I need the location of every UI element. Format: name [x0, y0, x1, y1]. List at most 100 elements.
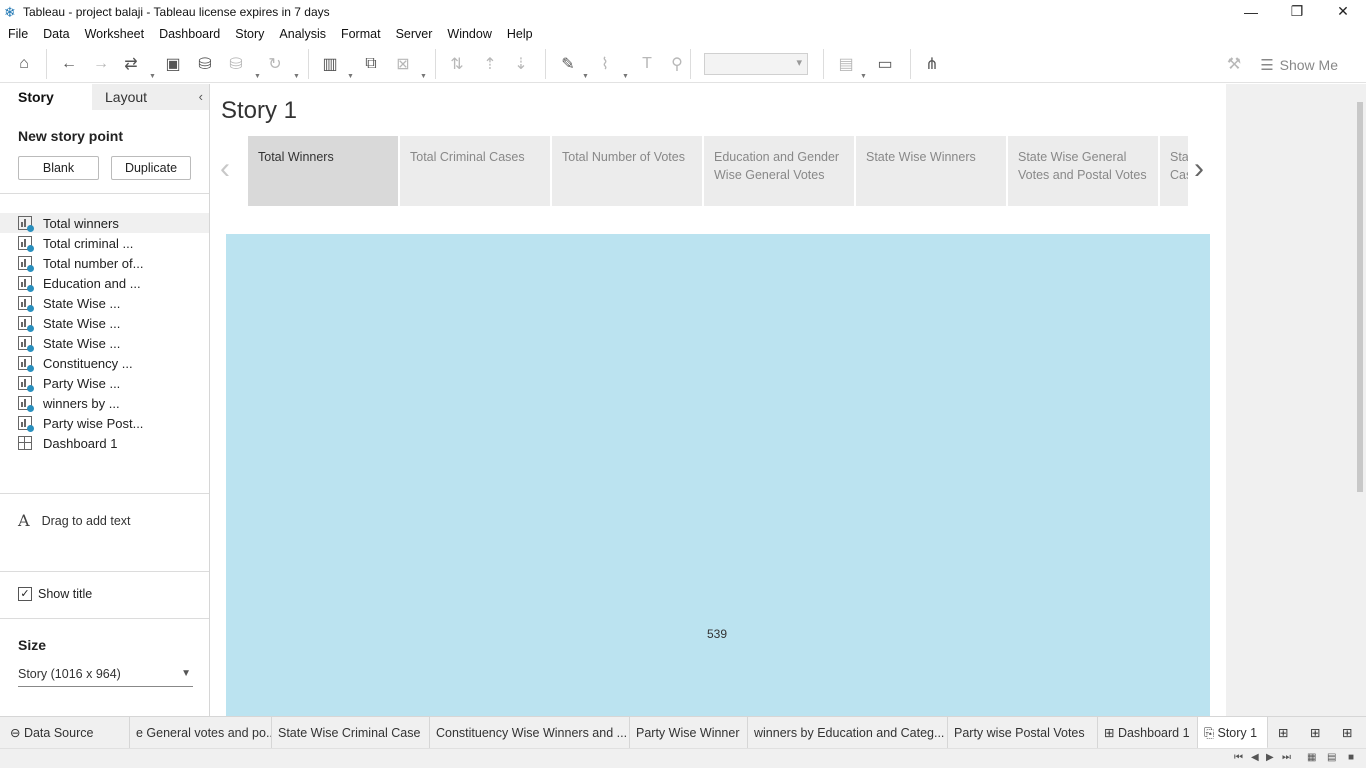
close-icon[interactable]: ✕ — [1320, 0, 1366, 23]
story-point[interactable]: Total Winners — [248, 136, 398, 206]
chevron-down-icon[interactable]: ▼ — [347, 73, 354, 80]
presentation-mode-icon[interactable]: ▭ — [875, 54, 895, 74]
show-sheet-sorter-icon[interactable]: ▦ — [1307, 752, 1316, 763]
previous-story-point-icon[interactable]: ‹ — [220, 152, 230, 186]
replace-data-source-icon[interactable]: ⇄ — [121, 54, 141, 74]
sheet-tab[interactable]: State Wise Criminal Case — [272, 717, 430, 749]
group-members-icon[interactable]: ⌇ — [595, 54, 615, 74]
drag-text-object[interactable]: A Drag to add text — [18, 511, 131, 530]
sheet-tab[interactable]: Constituency Wise Winners and ... — [430, 717, 630, 749]
sort-ascending-icon[interactable]: ⇡ — [480, 54, 500, 74]
new-worksheet-icon[interactable]: ⊞ — [1272, 717, 1302, 749]
menu-story[interactable]: Story — [235, 27, 264, 41]
sheet-item[interactable]: Total criminal ... — [0, 233, 209, 253]
menu-window[interactable]: Window — [447, 27, 491, 41]
tab-story[interactable]: Story — [0, 84, 92, 110]
menu-help[interactable]: Help — [507, 27, 533, 41]
toolbar: ⌂ ← → ⇄ ▼ ▣ ⛁ ⛁ ▼ ↻ ▼ ▥ ▼ ⧉ ⊠ ▼ ⇅ ⇡ ⇣ ✎ … — [0, 45, 1366, 83]
menu-format[interactable]: Format — [341, 27, 381, 41]
story-point[interactable]: State Wise Winners — [856, 136, 1006, 206]
chevron-down-icon[interactable]: ▼ — [149, 73, 156, 80]
story-title[interactable]: Story 1 — [221, 97, 297, 125]
new-story-icon[interactable]: ⊞ — [1336, 717, 1366, 749]
sheet-item[interactable]: State Wise ... — [0, 313, 209, 333]
sheet-tab[interactable]: e General votes and po... — [130, 717, 272, 749]
sheet-item[interactable]: Party wise Post... — [0, 413, 209, 433]
minimize-icon[interactable]: — — [1228, 0, 1274, 23]
new-worksheet-icon[interactable]: ▥ — [320, 54, 340, 74]
checkbox-checked-icon[interactable]: ✓ — [18, 587, 32, 601]
fix-axes-icon[interactable]: ⚲ — [667, 54, 687, 74]
dashboard-tab[interactable]: ⊞ Dashboard 1 — [1098, 717, 1198, 749]
refresh-icon[interactable]: ↻ — [265, 54, 285, 74]
collapse-panel-icon[interactable]: ‹ — [199, 89, 203, 104]
tab-data-source[interactable]: ⊖ Data Source — [0, 717, 130, 749]
duplicate-sheet-icon[interactable]: ⧉ — [361, 54, 381, 74]
worksheet-icon — [18, 276, 34, 292]
show-filmstrip-icon[interactable]: ▤ — [1327, 752, 1336, 763]
chevron-down-icon[interactable]: ▼ — [420, 73, 427, 80]
total-winners-viz[interactable]: 539 — [226, 234, 1210, 716]
chevron-down-icon[interactable]: ▼ — [293, 73, 300, 80]
menu-data[interactable]: Data — [43, 27, 69, 41]
restore-icon[interactable]: ❐ — [1274, 0, 1320, 23]
sheet-item[interactable]: Party Wise ... — [0, 373, 209, 393]
sheet-item[interactable]: Total winners — [0, 213, 209, 233]
show-tabs-icon[interactable]: ■ — [1348, 752, 1354, 763]
story-point[interactable]: Total Criminal Cases — [400, 136, 550, 206]
duplicate-button[interactable]: Duplicate — [111, 156, 191, 180]
size-dropdown[interactable]: Story (1016 x 964) ▼ — [18, 667, 193, 687]
new-data-source-icon[interactable]: ⛁ — [195, 54, 215, 74]
menu-server[interactable]: Server — [396, 27, 433, 41]
chevron-down-icon[interactable]: ▼ — [254, 73, 261, 80]
sort-descending-icon[interactable]: ⇣ — [511, 54, 531, 74]
story-point[interactable]: State Wise General Votes and Postal Vote… — [1008, 136, 1158, 206]
sheet-item[interactable]: State Wise ... — [0, 333, 209, 353]
story-point[interactable]: State Wise Criminal Cases — [1160, 136, 1188, 206]
chevron-down-icon[interactable]: ▼ — [622, 73, 629, 80]
show-me-button[interactable]: ☰ Show Me — [1260, 56, 1338, 74]
blank-button[interactable]: Blank — [18, 156, 99, 180]
sheet-item[interactable]: Constituency ... — [0, 353, 209, 373]
story-point[interactable]: Education and Gender Wise General Votes — [704, 136, 854, 206]
menu-worksheet[interactable]: Worksheet — [85, 27, 145, 41]
undo-icon[interactable]: ← — [59, 54, 79, 74]
first-sheet-icon[interactable]: ⏮ — [1234, 752, 1243, 763]
scrollbar-thumb[interactable] — [1357, 102, 1363, 492]
sheet-item[interactable]: Total number of... — [0, 253, 209, 273]
save-icon[interactable]: ▣ — [163, 54, 183, 74]
menu-analysis[interactable]: Analysis — [279, 27, 326, 41]
show-title-checkbox[interactable]: ✓ Show title — [18, 587, 92, 601]
menu-file[interactable]: File — [8, 27, 28, 41]
show-mark-labels-icon[interactable]: T — [637, 54, 657, 74]
next-sheet-icon[interactable]: ▶ — [1266, 752, 1274, 763]
sheet-item[interactable]: State Wise ... — [0, 293, 209, 313]
chevron-down-icon[interactable]: ▼ — [860, 73, 867, 80]
sheet-tab[interactable]: Party Wise Winner — [630, 717, 748, 749]
chevron-down-icon[interactable]: ▼ — [582, 73, 589, 80]
story-point[interactable]: Total Number of Votes — [552, 136, 702, 206]
story-tab[interactable]: ⎘ Story 1 — [1198, 717, 1268, 749]
sheet-tab[interactable]: Party wise Postal Votes — [948, 717, 1098, 749]
fit-dropdown[interactable] — [704, 53, 808, 75]
show-cards-icon[interactable]: ▤ — [836, 54, 856, 74]
format-painter-icon[interactable]: ⚒ — [1224, 54, 1244, 74]
clear-sheet-icon[interactable]: ⊠ — [393, 54, 413, 74]
vertical-scrollbar[interactable] — [1354, 84, 1366, 716]
previous-sheet-icon[interactable]: ◀ — [1251, 752, 1259, 763]
pause-updates-icon[interactable]: ⛁ — [226, 54, 246, 74]
tab-layout[interactable]: Layout — [92, 84, 209, 110]
home-icon[interactable]: ⌂ — [14, 54, 34, 74]
highlight-icon[interactable]: ✎ — [558, 54, 578, 74]
new-dashboard-icon[interactable]: ⊞ — [1304, 717, 1334, 749]
sheet-tab[interactable]: winners by Education and Categ... — [748, 717, 948, 749]
swap-rows-columns-icon[interactable]: ⇅ — [447, 54, 467, 74]
redo-icon[interactable]: → — [91, 54, 111, 74]
sheet-item[interactable]: Education and ... — [0, 273, 209, 293]
sheet-item[interactable]: winners by ... — [0, 393, 209, 413]
menu-dashboard[interactable]: Dashboard — [159, 27, 220, 41]
share-icon[interactable]: ⋔ — [922, 54, 942, 74]
next-story-point-icon[interactable]: › — [1194, 152, 1204, 186]
last-sheet-icon[interactable]: ⏭ — [1282, 752, 1291, 763]
sheet-item[interactable]: Dashboard 1 — [0, 433, 209, 453]
